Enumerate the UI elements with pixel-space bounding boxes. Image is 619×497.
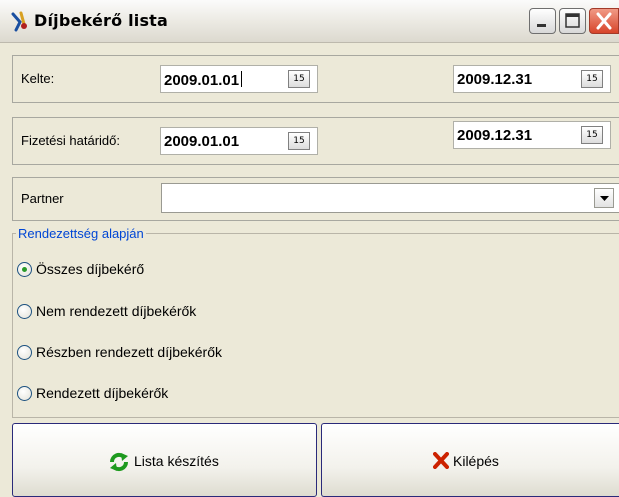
partner-row: Partner [12,177,619,221]
title-bar[interactable]: Díjbekérő lista [0,0,619,43]
calendar-button[interactable]: 15 [288,132,310,150]
kelte-row: Kelte: 2009.01.01 15 2009.12.31 15 [12,55,619,103]
calendar-button[interactable]: 15 [288,70,310,88]
kelte-from-field[interactable]: 2009.01.01 15 [160,65,318,93]
lista-keszites-button[interactable]: Lista készítés [12,423,317,497]
kilepes-label: Kilépés [453,453,499,469]
radio-circle [17,262,32,277]
dijbekero-window: Díjbekérő lista Kelte: 2009.01.01 15 200… [0,0,619,497]
kelte-label: Kelte: [21,71,55,86]
minimize-icon [537,24,546,27]
chevron-down-icon [600,196,609,201]
close-icon [596,12,612,30]
calendar-icon: 15 [586,74,598,84]
radio-label: Rendezett díjbekérők [36,385,169,401]
kelte-to-value: 2009.12.31 [457,71,533,88]
kelte-from-value: 2009.01.01 [164,71,243,89]
partner-combobox[interactable] [161,183,619,213]
calendar-icon: 15 [293,136,305,146]
radio-selected-dot [22,267,27,272]
fizetesi-label: Fizetési határidő: [21,133,120,148]
calendar-icon: 15 [586,130,598,140]
text-caret [241,71,243,87]
radio-label: Nem rendezett díjbekérők [36,303,197,319]
fizetesi-to-field[interactable]: 2009.12.31 15 [453,121,611,149]
x-icon [433,452,449,469]
calendar-button[interactable]: 15 [581,70,603,88]
radio-circle [17,386,32,401]
window-title: Díjbekérő lista [34,11,169,30]
calendar-icon: 15 [293,74,305,84]
partner-dropdown-button[interactable] [594,188,614,208]
radio-label: Összes díjbekérő [36,261,145,277]
radio-circle [17,304,32,319]
fizetesi-to-value: 2009.12.31 [457,127,533,144]
close-button[interactable] [589,8,619,34]
kilepes-button[interactable]: Kilépés [321,423,619,497]
app-icon [11,11,27,32]
radio-circle [17,345,32,360]
kelte-to-field[interactable]: 2009.12.31 15 [453,65,611,93]
partner-label: Partner [21,191,64,206]
maximize-button[interactable] [559,8,586,34]
minimize-button[interactable] [529,8,556,34]
radio-label: Részben rendezett díjbekérők [36,344,222,360]
fizetesi-from-value: 2009.01.01 [164,133,240,150]
fizetesi-from-field[interactable]: 2009.01.01 15 [160,127,318,155]
maximize-icon [565,13,580,28]
fizetesi-row: Fizetési határidő: 2009.01.01 15 2009.12… [12,117,619,165]
lista-keszites-label: Lista készítés [134,453,219,469]
refresh-icon [109,452,129,472]
group-title: Rendezettség alapján [16,226,146,241]
calendar-button[interactable]: 15 [581,126,603,144]
